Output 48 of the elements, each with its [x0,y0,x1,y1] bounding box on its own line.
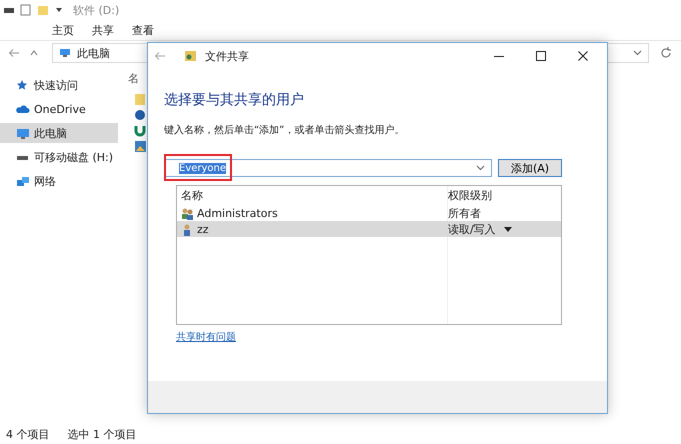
ribbon-tab[interactable]: 主页 [52,22,74,38]
back-arrow-icon[interactable] [8,48,20,58]
up-caret-icon[interactable] [30,50,38,56]
table-row[interactable]: Administrators 所有者 [177,205,561,221]
star-icon [16,79,30,91]
breadcrumb[interactable]: 此电脑 [77,46,110,60]
status-text: 选中 1 个项目 [68,426,136,442]
ribbon-tab[interactable]: 共享 [92,22,114,38]
properties-icon[interactable] [20,4,31,16]
permission-level: 所有者 [448,206,481,220]
help-link[interactable]: 共享时有问题 [176,330,236,344]
shared-folder-icon [184,50,197,62]
window-title: 软件 (D:) [73,2,120,18]
users-icon [181,206,194,220]
folder-icon [134,92,147,106]
sidebar-item[interactable]: 网络 [0,171,118,191]
dialog-heading: 选择要与其共享的用户 [164,91,305,109]
drive-icon [4,6,14,14]
refresh-icon[interactable] [659,46,673,60]
column-header[interactable]: 名称 [177,188,448,203]
image-icon [134,140,147,154]
status-text: 4 个项目 [6,426,50,442]
maximize-icon[interactable] [535,50,547,62]
dropdown-arrow-icon[interactable] [504,226,512,232]
sidebar-item[interactable]: OneDrive [0,99,118,119]
window-title: 文件共享 [205,48,249,64]
close-icon[interactable] [577,50,589,62]
permission-level[interactable]: 读取/写入 [448,222,496,236]
highlight-frame-overlay [164,154,232,181]
sidebar-item[interactable]: 快速访问 [0,75,118,95]
sidebar-item[interactable]: 可移动磁盘 (H:) [0,147,118,167]
add-button[interactable]: 添加(A) [498,159,562,177]
user-name: Administrators [197,206,278,220]
globe-icon [134,108,147,122]
caret-icon[interactable] [55,7,63,13]
sidebar-item[interactable]: 此电脑 [0,123,118,143]
magnet-icon [134,124,147,138]
chevron-down-icon[interactable] [633,50,642,56]
instruction-text: 键入名称，然后单击“添加”，或者单击箭头查找用户。 [164,124,406,137]
user-name: zz [197,222,209,236]
ribbon-tab[interactable]: 查看 [132,22,154,38]
chevron-down-icon[interactable] [476,165,485,171]
column-header[interactable]: 权限级别 [448,188,492,203]
network-icon [16,175,30,187]
table-row[interactable]: zz 读取/写入 [177,221,561,237]
monitor-icon [59,48,71,58]
monitor-icon [16,127,30,139]
cloud-icon [16,103,30,115]
